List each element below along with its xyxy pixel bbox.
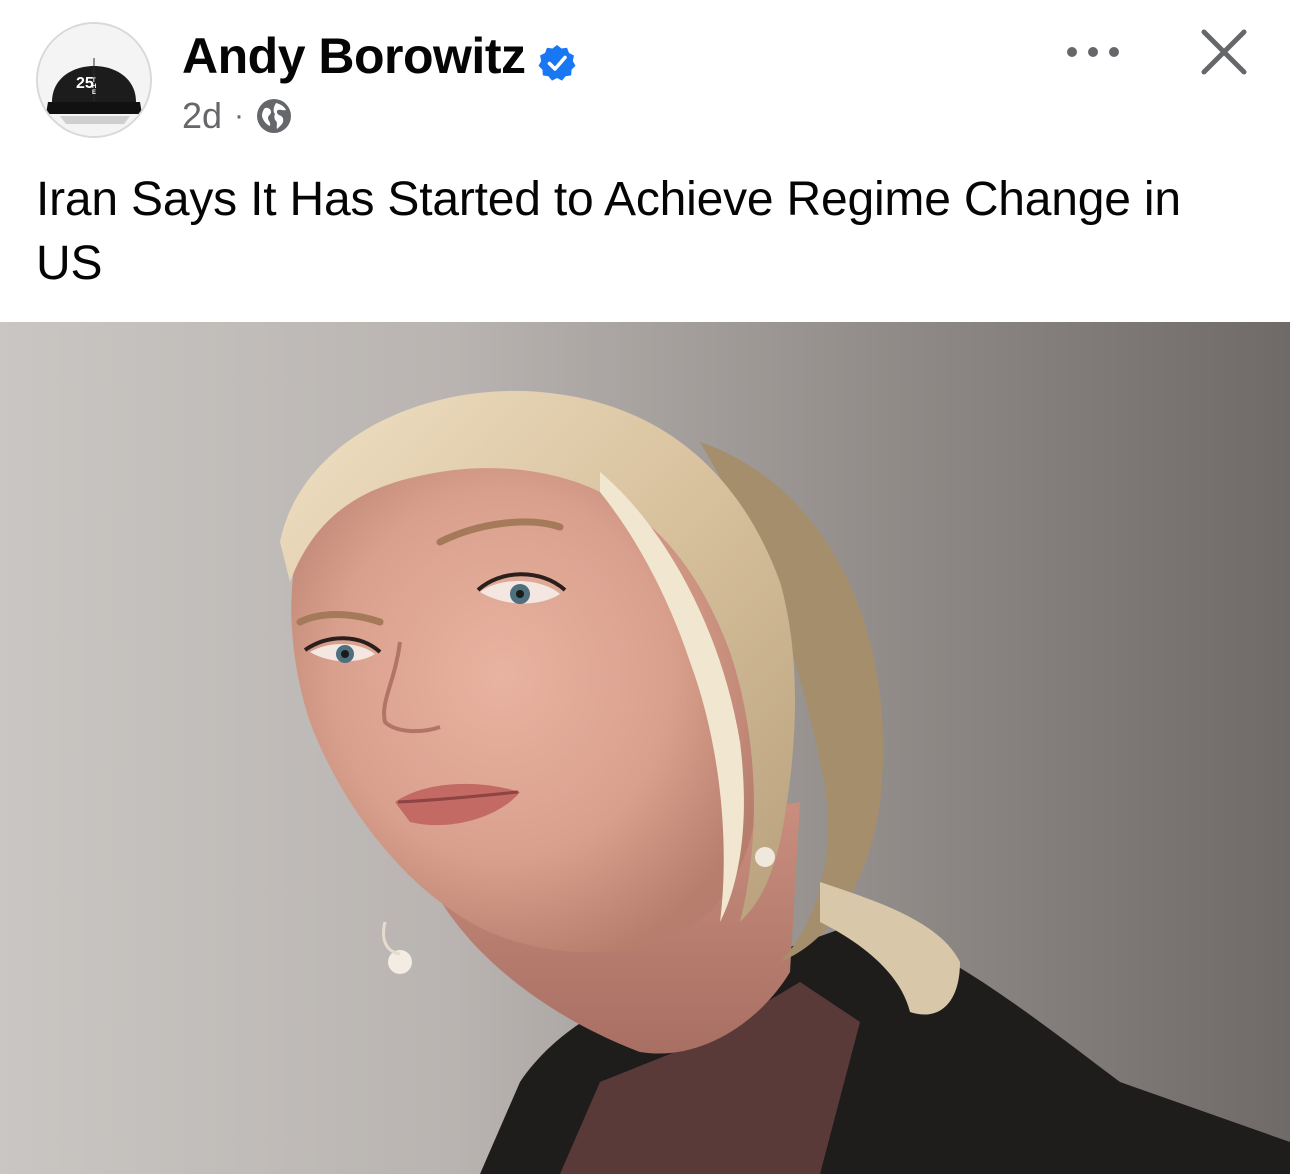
post-image[interactable] — [0, 322, 1290, 1174]
svg-text:E: E — [92, 90, 96, 96]
cap-avatar-image: 25 T H E — [38, 24, 150, 136]
author-name-label: Andy Borowitz — [182, 28, 526, 84]
close-icon — [1201, 29, 1247, 75]
more-options-button[interactable] — [1058, 30, 1128, 74]
post-timestamp[interactable]: 2d — [182, 95, 222, 137]
portrait-photo — [0, 322, 1290, 1174]
post-text: Iran Says It Has Started to Achieve Regi… — [36, 173, 1181, 290]
close-button[interactable] — [1194, 22, 1254, 82]
globe-icon[interactable] — [254, 96, 294, 136]
meta-separator: · — [234, 99, 245, 132]
author-avatar[interactable]: 25 T H E — [36, 22, 152, 138]
author-name[interactable]: Andy Borowitz — [182, 26, 577, 86]
verified-badge-icon — [537, 36, 577, 81]
post-meta: 2d · — [182, 94, 294, 138]
post-header: 25 T H E Andy Borowitz 2d · — [0, 0, 1290, 160]
more-options-icon — [1067, 47, 1119, 57]
